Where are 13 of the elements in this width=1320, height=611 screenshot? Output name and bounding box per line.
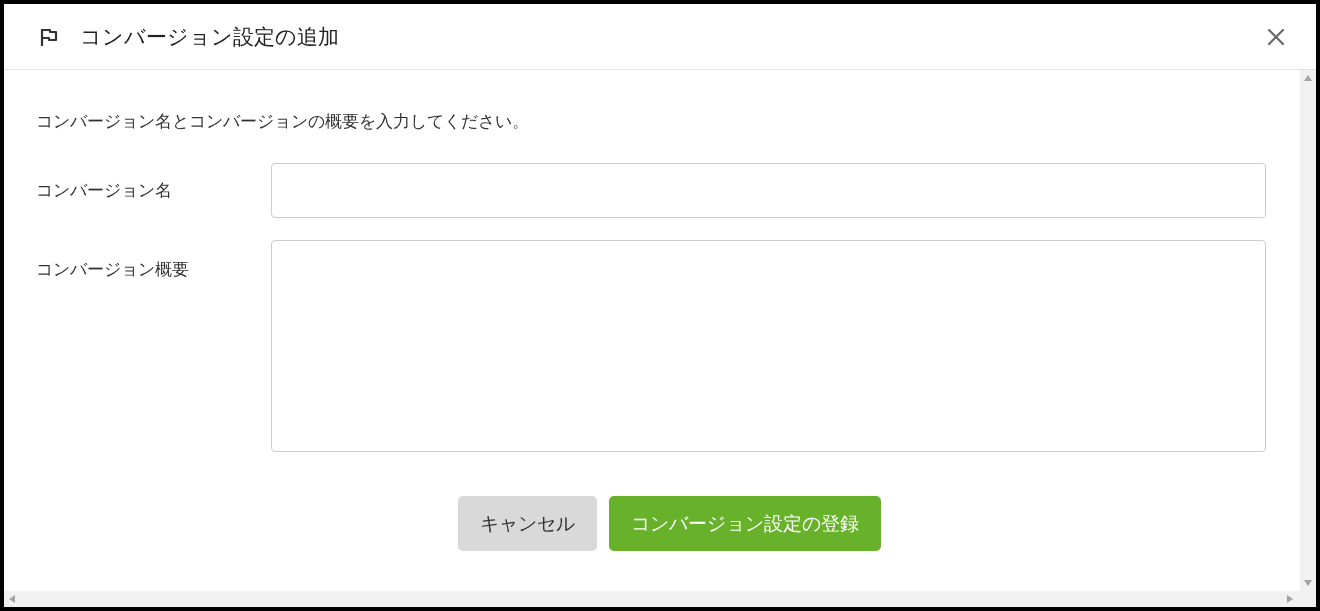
scroll-up-icon[interactable] bbox=[1304, 74, 1312, 82]
field-label: コンバージョン概要 bbox=[36, 258, 190, 281]
scroll-right-icon[interactable] bbox=[1286, 595, 1294, 603]
vertical-scrollbar[interactable] bbox=[1300, 70, 1316, 591]
name-field[interactable] bbox=[271, 163, 1266, 218]
dialog-title: コンバージョン設定の追加 bbox=[80, 23, 340, 51]
instruction-text: コンバージョン名とコンバージョンの概要を入力してください。 bbox=[36, 110, 530, 133]
scroll-down-icon[interactable] bbox=[1304, 579, 1312, 587]
scroll-left-icon[interactable] bbox=[8, 595, 16, 603]
cancel-button[interactable]: キャンセル bbox=[457, 496, 597, 551]
summary-field[interactable] bbox=[271, 240, 1266, 452]
field-label: コンバージョン名 bbox=[36, 179, 173, 202]
horizontal-scrollbar[interactable] bbox=[4, 591, 1316, 607]
